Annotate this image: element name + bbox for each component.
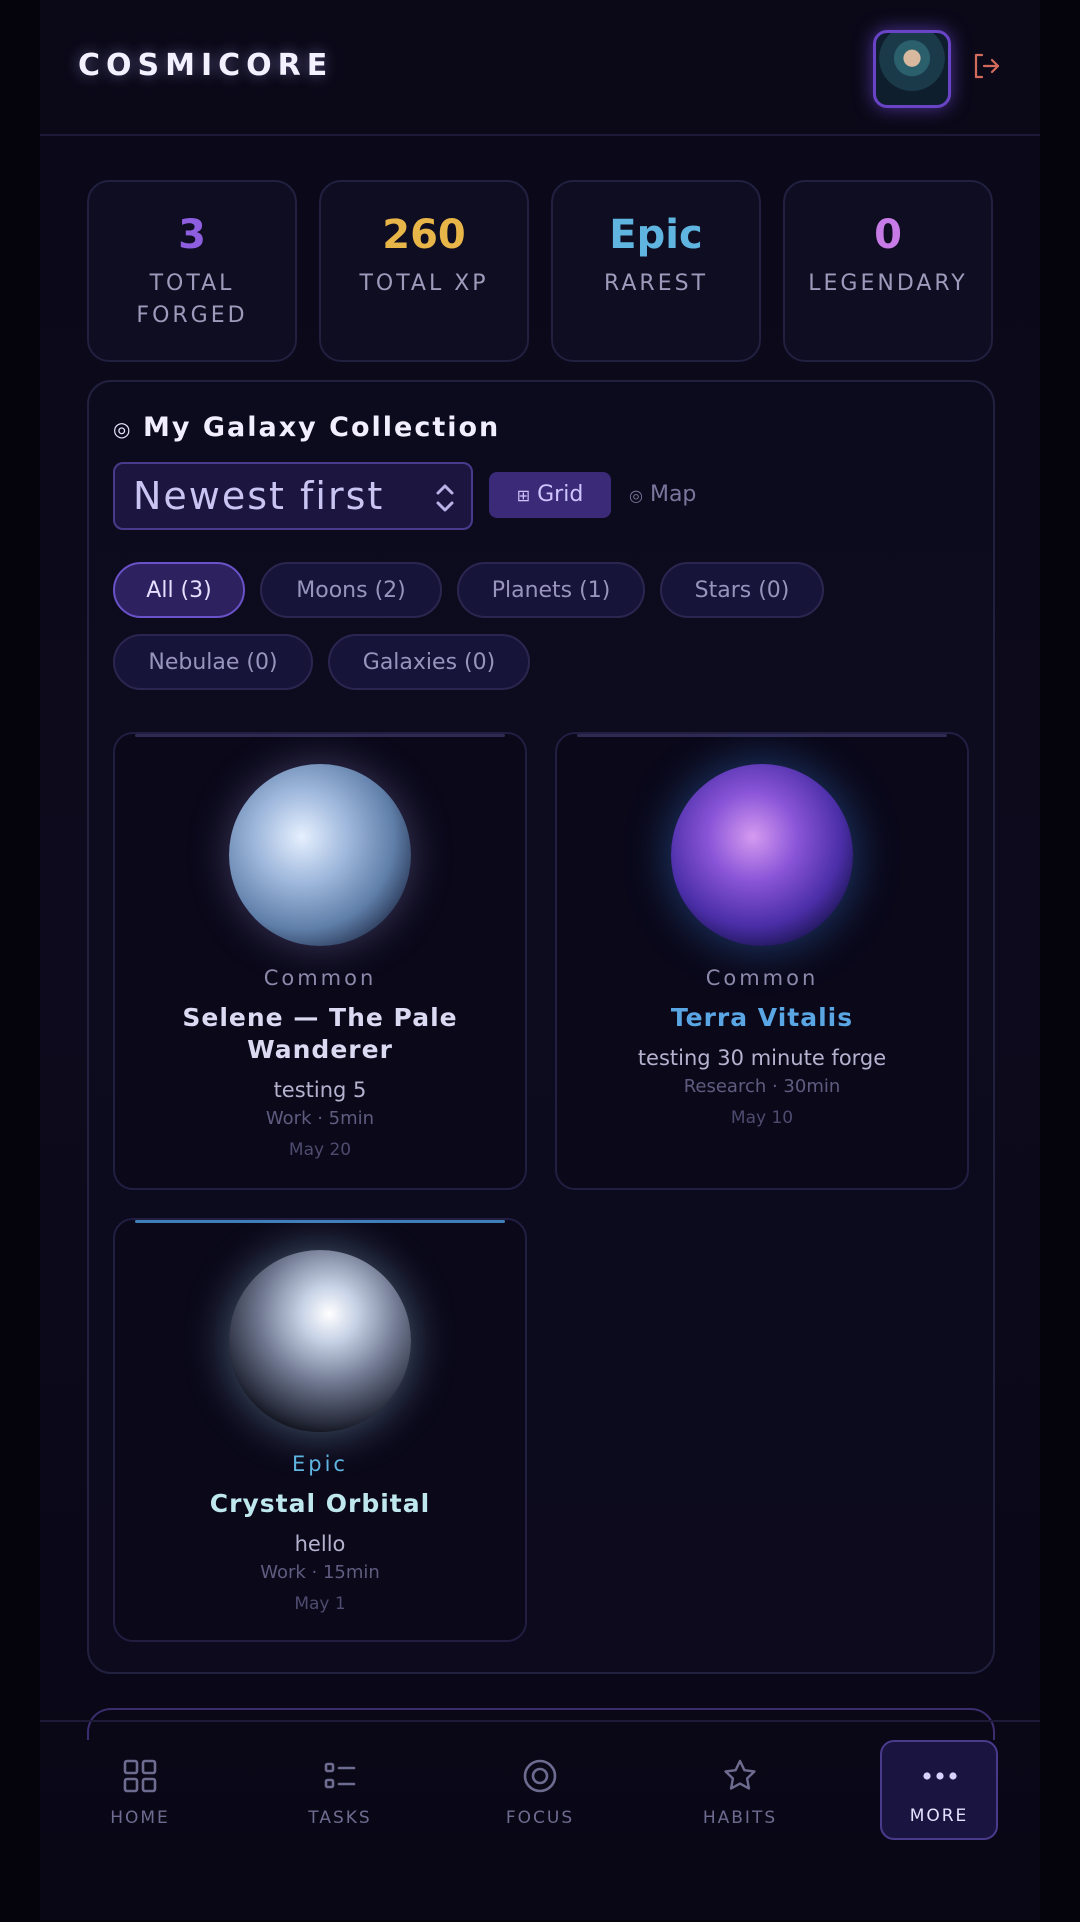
card-description: testing 30 minute forge bbox=[637, 1046, 887, 1070]
nav-label: MORE bbox=[909, 1806, 969, 1826]
nav-label: TASKS bbox=[308, 1808, 372, 1828]
card-name: Crystal Orbital bbox=[209, 1489, 431, 1518]
filter-chip-stars[interactable]: Stars (0) bbox=[660, 562, 824, 618]
stat-label: TOTAL XP bbox=[359, 271, 489, 296]
star-icon bbox=[724, 1759, 756, 1790]
app-logo: COSMICORE bbox=[78, 48, 334, 83]
card-accent-bar bbox=[135, 734, 505, 737]
target-icon: ◎ bbox=[629, 486, 643, 505]
card-name: Selene — The Pale Wanderer bbox=[182, 1003, 458, 1064]
stat-rarest: Epic RAREST bbox=[551, 180, 761, 362]
card-date: May 20 bbox=[288, 1140, 352, 1160]
stat-legendary: 0 LEGENDARY bbox=[783, 180, 993, 362]
nav-label: HOME bbox=[110, 1808, 170, 1828]
view-grid-button[interactable]: ⊞ Grid bbox=[489, 472, 611, 518]
stat-total-xp: 260 TOTAL XP bbox=[319, 180, 529, 362]
stat-label: TOTAL FORGED bbox=[136, 271, 248, 328]
view-map-label: Map bbox=[649, 482, 697, 507]
card-accent-bar bbox=[135, 1220, 505, 1223]
avatar[interactable] bbox=[873, 30, 951, 108]
stat-label: LEGENDARY bbox=[808, 271, 968, 296]
card-date: May 10 bbox=[730, 1108, 794, 1128]
filter-chip-all[interactable]: All (3) bbox=[113, 562, 245, 618]
top-bar: COSMICORE bbox=[40, 0, 1040, 136]
moon-image bbox=[229, 764, 411, 946]
grid-icon bbox=[123, 1759, 157, 1793]
target-icon: ◎ bbox=[113, 417, 133, 441]
filter-chip-moons[interactable]: Moons (2) bbox=[260, 562, 442, 618]
card-rarity: Common bbox=[263, 966, 377, 990]
nav-label: FOCUS bbox=[505, 1808, 575, 1828]
stat-value: 260 bbox=[382, 212, 466, 258]
card-meta: Work · 15min bbox=[260, 1562, 380, 1583]
collection-panel: ◎ My Galaxy Collection Newest first ⊞ Gri… bbox=[87, 380, 995, 1674]
nav-habits[interactable]: HABITS bbox=[680, 1722, 800, 1922]
collection-card[interactable]: Common Selene — The Pale Wanderer testin… bbox=[113, 732, 527, 1190]
card-description: testing 5 bbox=[273, 1078, 367, 1102]
grid-icon: ⊞ bbox=[516, 486, 531, 505]
filter-chip-planets[interactable]: Planets (1) bbox=[457, 562, 645, 618]
collection-title: ◎ My Galaxy Collection bbox=[113, 412, 500, 443]
stat-value: 3 bbox=[178, 212, 206, 258]
stat-value: Epic bbox=[609, 212, 703, 258]
crystal-orb-image bbox=[229, 1250, 411, 1432]
planet-image bbox=[671, 764, 853, 946]
logout-icon[interactable] bbox=[970, 50, 1002, 82]
card-meta: Research · 30min bbox=[683, 1076, 841, 1097]
collection-card[interactable]: Common Terra Vitalis testing 30 minute f… bbox=[555, 732, 969, 1190]
sort-select-value: Newest first bbox=[133, 474, 385, 518]
sort-select[interactable]: Newest first bbox=[113, 462, 473, 530]
view-grid-label: Grid bbox=[537, 482, 584, 507]
chevron-updown-icon bbox=[436, 484, 454, 512]
app-shell: COSMICORE 3 TOTAL FORGED 260 TOTAL XP Ep… bbox=[40, 0, 1040, 1920]
bottom-nav: HOME TASKS FOCUS HABITS MORE bbox=[40, 1720, 1040, 1922]
card-accent-bar bbox=[577, 734, 947, 737]
collection-card[interactable]: Epic Crystal Orbital hello Work · 15min … bbox=[113, 1218, 527, 1642]
list-icon bbox=[324, 1762, 356, 1789]
card-date: May 1 bbox=[294, 1594, 346, 1614]
card-meta: Work · 5min bbox=[265, 1108, 375, 1129]
stat-value: 0 bbox=[874, 212, 902, 258]
nav-label: HABITS bbox=[702, 1808, 778, 1828]
nav-tasks[interactable]: TASKS bbox=[280, 1722, 400, 1922]
view-map-button[interactable]: ◎ Map bbox=[629, 472, 729, 518]
dots-icon bbox=[923, 1772, 957, 1780]
filter-chip-galaxies[interactable]: Galaxies (0) bbox=[328, 634, 530, 690]
nav-more[interactable]: MORE bbox=[880, 1740, 998, 1840]
card-description: hello bbox=[294, 1532, 346, 1556]
card-name: Terra Vitalis bbox=[670, 1003, 854, 1032]
stat-label: RAREST bbox=[603, 271, 709, 296]
card-rarity: Epic bbox=[292, 1452, 348, 1476]
nav-focus[interactable]: FOCUS bbox=[480, 1722, 600, 1922]
stat-total-forged: 3 TOTAL FORGED bbox=[87, 180, 297, 362]
filter-chip-nebulae[interactable]: Nebulae (0) bbox=[113, 634, 313, 690]
collection-title-text: My Galaxy Collection bbox=[143, 412, 501, 443]
card-rarity: Common bbox=[705, 966, 819, 990]
nav-home[interactable]: HOME bbox=[80, 1722, 200, 1922]
target-icon bbox=[523, 1759, 557, 1793]
